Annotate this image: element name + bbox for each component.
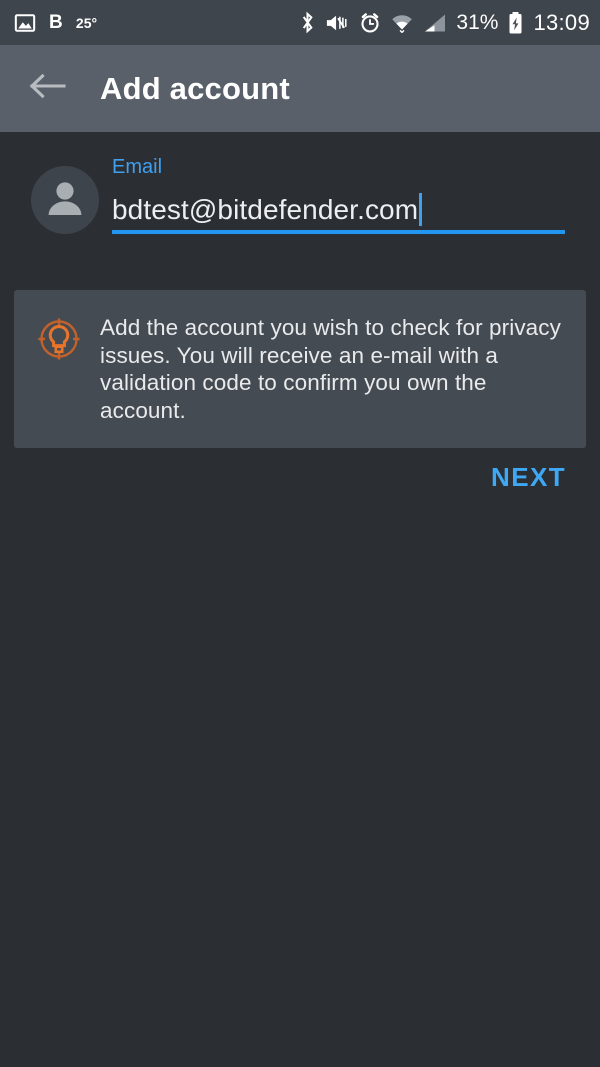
page-title: Add account (100, 70, 290, 106)
app-screen: B 25° 31% 13:09 Add account Email bdtest… (0, 0, 600, 1067)
text-cursor (419, 193, 423, 226)
email-input-value: bdtest@bitdefender.com (112, 193, 419, 225)
app-toolbar: Add account (0, 45, 600, 132)
email-label: Email (112, 156, 163, 178)
email-field-wrapper[interactable]: Email bdtest@bitdefender.com (112, 154, 565, 234)
clock-label: 13:09 (533, 9, 590, 35)
volume-mute-vibrate-icon (325, 12, 350, 34)
image-icon (14, 12, 36, 34)
avatar (31, 166, 99, 234)
back-button[interactable] (18, 60, 76, 118)
lightbulb-tip-icon (36, 316, 82, 362)
wifi-icon (390, 13, 414, 33)
email-field-row: Email bdtest@bitdefender.com (0, 132, 600, 290)
account-avatar-icon (43, 176, 87, 225)
arrow-back-icon (27, 70, 67, 107)
info-card-text: Add the account you wish to check for pr… (100, 315, 561, 423)
email-input[interactable]: bdtest@bitdefender.com (112, 187, 565, 234)
battery-percent-label: 31% (456, 10, 499, 34)
battery-charging-icon (507, 11, 524, 35)
cellular-signal-icon (423, 13, 447, 33)
letter-b-icon: B (49, 11, 63, 33)
next-button[interactable]: NEXT (487, 456, 570, 499)
bluetooth-icon (299, 11, 316, 34)
info-card: Add the account you wish to check for pr… (14, 290, 586, 448)
status-bar: B 25° 31% 13:09 (0, 0, 600, 45)
status-bar-left: B 25° (0, 12, 97, 34)
email-input-underline (112, 230, 565, 234)
status-bar-right: 31% 13:09 (299, 10, 600, 36)
alarm-clock-icon (359, 12, 381, 34)
temperature-label: 25° (75, 14, 98, 31)
